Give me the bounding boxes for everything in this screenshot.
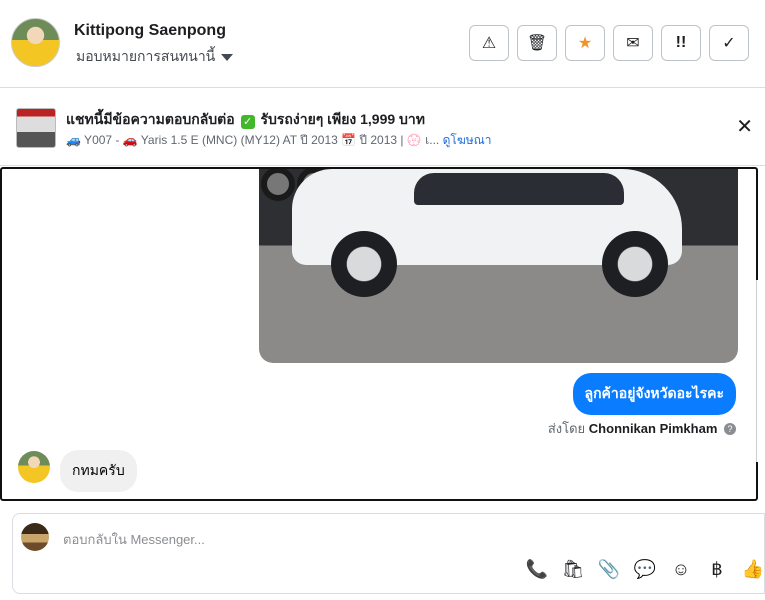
delete-button[interactable]: 🗑 — [517, 25, 557, 61]
report-spam-button[interactable]: ⚠ — [469, 25, 509, 61]
mark-unread-button[interactable]: ✉ — [613, 25, 653, 61]
side-panel-edge — [756, 280, 765, 462]
call-button[interactable]: 📞 — [526, 558, 548, 580]
header-actions: ⚠ 🗑 ★ ✉ !! ✓ — [469, 25, 749, 61]
shop-button[interactable]: 🛍 — [561, 558, 585, 580]
ad-title-text: แชทนี้มีข้อความตอบกลับต่อ — [66, 111, 235, 127]
mark-done-button[interactable]: ✓ — [709, 25, 749, 61]
page-avatar — [21, 523, 49, 551]
thumbs-up-icon: 👍 — [741, 558, 765, 579]
incoming-message[interactable]: กทมครับ — [60, 450, 137, 492]
ad-thumbnail — [16, 108, 56, 148]
saved-replies-button[interactable]: 💬 — [634, 558, 656, 580]
conversation-header: Kittipong Saenpong มอบหมายการสนทนานี้ ⚠ … — [0, 0, 765, 88]
double-exclaim-icon: !! — [675, 34, 687, 51]
ad-title-price: รับรถง่ายๆ เพียง 1,999 บาท — [260, 111, 426, 127]
chat-bubble-icon: 💬 — [633, 558, 657, 579]
close-icon[interactable]: ✕ — [736, 117, 753, 137]
caret-down-icon — [221, 53, 234, 61]
phone-plus-icon: 📞 — [525, 558, 549, 579]
shopping-bag-icon: 🛍 — [561, 558, 585, 579]
composer-toolbar: 📞 🛍 📎 💬 ☺ ฿ 👍 — [526, 558, 764, 580]
ad-subtitle: 🚙 Y007 - 🚗 Yaris 1.5 E (MNC) (MY12) AT ป… — [66, 131, 492, 150]
emoji-button[interactable]: ☺ — [670, 558, 692, 580]
trash-icon: 🗑 — [526, 35, 548, 52]
contact-name[interactable]: Kittipong Saenpong — [74, 22, 226, 40]
baht-icon: ฿ — [711, 558, 723, 579]
like-button[interactable]: 👍 — [742, 558, 764, 580]
paperclip-icon: 📎 — [597, 558, 621, 579]
message-thread[interactable]: ลูกค้าอยู่จังหวัดอะไรคะ ส่งโดย Chonnikan… — [0, 167, 758, 501]
checkmark-icon: ✓ — [240, 115, 255, 129]
sent-by-name: Chonnikan Pimkham — [588, 421, 718, 436]
contact-avatar[interactable] — [11, 18, 60, 67]
sent-by-prefix: ส่งโดย — [547, 421, 586, 436]
attach-button[interactable]: 📎 — [598, 558, 620, 580]
ad-context-bar: แชทนี้มีข้อความตอบกลับต่อ ✓ รับรถง่ายๆ เ… — [0, 88, 765, 166]
smiley-icon: ☺ — [671, 558, 691, 579]
car-wheel — [331, 231, 397, 297]
envelope-open-icon: ✉ — [626, 35, 640, 52]
contact-avatar-small — [18, 451, 50, 483]
reply-input[interactable] — [61, 528, 661, 550]
assign-conversation-dropdown[interactable]: มอบหมายการสนทนานี้ — [76, 46, 234, 68]
payment-button[interactable]: ฿ — [706, 558, 728, 580]
star-icon: ★ — [577, 35, 593, 52]
tire-decor — [261, 169, 295, 201]
star-button[interactable]: ★ — [565, 25, 605, 61]
assign-label: มอบหมายการสนทนานี้ — [76, 48, 216, 64]
ad-title: แชทนี้มีข้อความตอบกลับต่อ ✓ รับรถง่ายๆ เ… — [66, 109, 425, 131]
car-wheel — [602, 231, 668, 297]
ad-subtitle-text: 🚙 Y007 - 🚗 Yaris 1.5 E (MNC) (MY12) AT ป… — [66, 133, 440, 147]
warning-icon: ⚠ — [481, 35, 497, 52]
car-photo[interactable] — [259, 169, 738, 363]
follow-up-button[interactable]: !! — [661, 25, 701, 61]
sent-by-label: ส่งโดย Chonnikan Pimkham ? — [548, 418, 736, 439]
outgoing-message[interactable]: ลูกค้าอยู่จังหวัดอะไรคะ — [572, 373, 736, 415]
reply-composer: 📞 🛍 📎 💬 ☺ ฿ 👍 — [12, 513, 765, 594]
view-ad-link[interactable]: ดูโฆษณา — [443, 133, 492, 147]
car-window — [414, 173, 624, 205]
help-icon[interactable]: ? — [724, 423, 736, 435]
check-icon: ✓ — [722, 35, 736, 52]
